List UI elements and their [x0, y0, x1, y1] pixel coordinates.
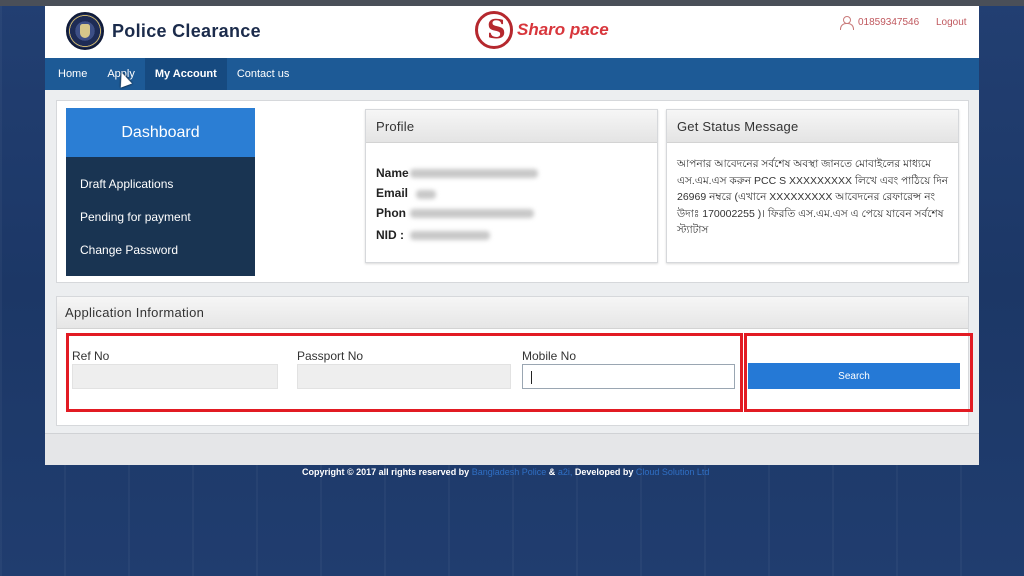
brand-logo: Sharo pace	[475, 10, 609, 50]
user-phone[interactable]: 01859347546	[840, 16, 920, 30]
user-icon	[840, 16, 854, 30]
profile-name-label: Name	[376, 166, 409, 180]
footer-developed-text: Developed by	[574, 467, 634, 477]
footer-copyright-text: Copyright © 2017 all rights reserved by	[302, 467, 470, 477]
main-nav: Home Apply My Account Contact us	[45, 58, 979, 90]
nav-item-my-account[interactable]: My Account	[144, 58, 227, 90]
menu-item-pending-payment[interactable]: Pending for payment	[66, 200, 255, 233]
dashboard-title[interactable]: Dashboard	[66, 108, 255, 157]
highlight-box-search	[744, 333, 973, 412]
footer-copyright: Copyright © 2017 all rights reserved by …	[302, 467, 709, 477]
menu-item-change-password[interactable]: Change Password	[66, 233, 255, 266]
profile-email-label: Email	[376, 186, 409, 200]
dashboard-menu: Dashboard Draft Applications Pending for…	[66, 108, 255, 276]
footer-link-bangladesh-police[interactable]: Bangladesh Police	[472, 467, 547, 477]
application-information-title: Application Information	[57, 297, 968, 329]
status-message-title: Get Status Message	[667, 110, 958, 143]
menu-item-draft-applications[interactable]: Draft Applications	[66, 167, 255, 200]
page-footer-bar	[45, 433, 979, 465]
nav-item-home[interactable]: Home	[45, 58, 97, 90]
profile-nid-label: NID :	[376, 228, 404, 242]
user-phone-number: 01859347546	[858, 16, 920, 28]
profile-email-value-redacted	[416, 190, 436, 199]
site-header: Police Clearance Sharo pace 01859347546 …	[45, 6, 979, 58]
brand-text: Sharo pace	[517, 20, 609, 39]
highlight-box-fields	[66, 333, 743, 412]
application-information-section: Application Information Ref No Passport …	[56, 296, 973, 426]
police-seal-logo-icon[interactable]	[66, 12, 104, 50]
app-title: Police Clearance	[112, 21, 261, 41]
nav-item-contact-us[interactable]: Contact us	[227, 58, 300, 90]
profile-name-value-redacted	[410, 169, 538, 178]
profile-title: Profile	[366, 110, 657, 143]
profile-panel: Profile Name Email Phon NID :	[365, 109, 658, 263]
profile-phone-label: Phon	[376, 206, 406, 220]
logout-link[interactable]: Logout	[936, 17, 967, 28]
dashboard-section: Dashboard Draft Applications Pending for…	[56, 100, 969, 283]
footer-link-a2i[interactable]: a2i,	[558, 467, 573, 477]
footer-link-cloud-solution[interactable]: Cloud Solution Ltd	[636, 467, 710, 477]
profile-nid-value-redacted	[410, 231, 490, 240]
footer-ampersand: &	[548, 467, 556, 477]
status-message-panel: Get Status Message আপনার আবেদনের সর্বশেষ…	[666, 109, 959, 263]
brand-s-icon	[475, 11, 513, 49]
status-message-text: আপনার আবেদনের সর্বশেষ অবস্থা জানতে মোবাই…	[677, 158, 948, 236]
profile-phone-value-redacted	[410, 209, 534, 218]
